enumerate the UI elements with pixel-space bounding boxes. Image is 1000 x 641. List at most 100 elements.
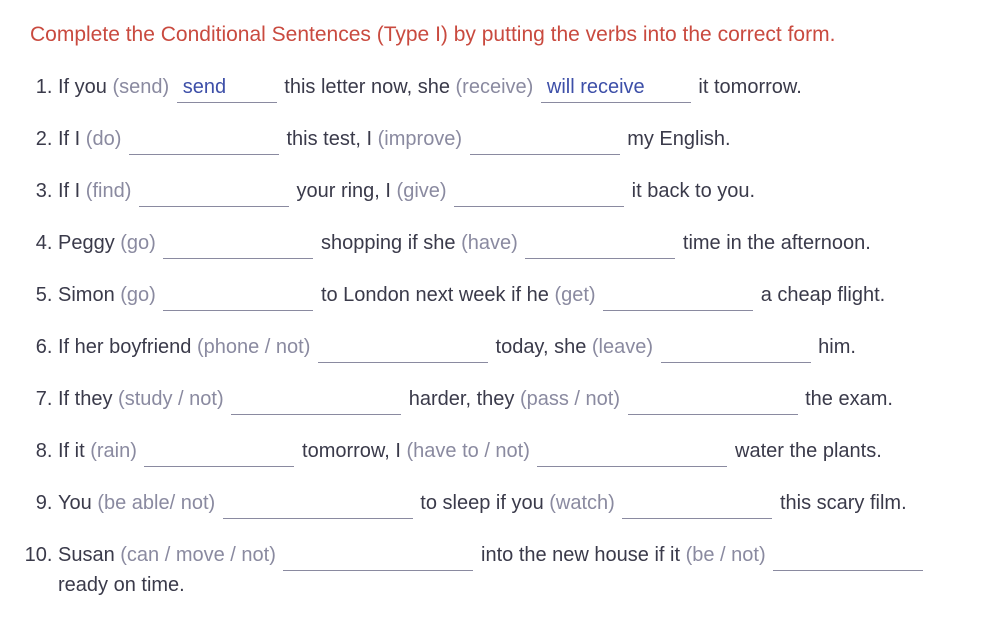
- sentence-text: If you: [58, 76, 112, 98]
- sentence-text: [530, 440, 536, 462]
- answer-blank[interactable]: [231, 385, 401, 415]
- sentence-text: [533, 76, 539, 98]
- sentence-text: [653, 336, 659, 358]
- answer-blank[interactable]: [144, 437, 294, 467]
- sentence-text: [766, 544, 772, 566]
- verb-cue: (be / not): [686, 544, 766, 566]
- verb-cue: (go): [120, 284, 156, 306]
- verb-cue: (do): [86, 128, 122, 150]
- exercise-item: If her boyfriend (phone / not) today, sh…: [58, 333, 970, 363]
- answer-blank[interactable]: [129, 125, 279, 155]
- sentence-text: shopping if she: [315, 232, 461, 254]
- sentence-text: Peggy: [58, 232, 120, 254]
- exercise-list: If you (send) send this letter now, she …: [30, 73, 970, 599]
- answer-blank[interactable]: [603, 281, 753, 311]
- sentence-text: [156, 284, 162, 306]
- sentence-text: [121, 128, 127, 150]
- verb-cue: (send): [112, 76, 169, 98]
- exercise-item: Simon (go) to London next week if he (ge…: [58, 281, 970, 311]
- sentence-text: [276, 544, 282, 566]
- sentence-text: [156, 232, 162, 254]
- sentence-text: the exam.: [800, 388, 893, 410]
- sentence-text: [620, 388, 626, 410]
- verb-cue: (be able/ not): [97, 492, 215, 514]
- verb-cue: (go): [120, 232, 156, 254]
- sentence-text: this test, I: [281, 128, 378, 150]
- sentence-text: [615, 492, 621, 514]
- exercise-instruction: Complete the Conditional Sentences (Type…: [30, 20, 970, 49]
- sentence-text: him.: [813, 336, 856, 358]
- exercise-item: If I (do) this test, I (improve) my Engl…: [58, 125, 970, 155]
- sentence-text: tomorrow, I: [296, 440, 406, 462]
- sentence-text: [462, 128, 468, 150]
- verb-cue: (have): [461, 232, 518, 254]
- verb-cue: (can / move / not): [120, 544, 276, 566]
- sentence-text: If I: [58, 128, 86, 150]
- answer-blank[interactable]: [622, 489, 772, 519]
- sentence-text: [131, 180, 137, 202]
- verb-cue: (improve): [378, 128, 462, 150]
- sentence-text: into the new house if it: [475, 544, 685, 566]
- sentence-text: You: [58, 492, 97, 514]
- sentence-text: [215, 492, 221, 514]
- exercise-item: Susan (can / move / not) into the new ho…: [58, 541, 970, 599]
- verb-cue: (give): [397, 180, 447, 202]
- exercise-item: Peggy (go) shopping if she (have) time i…: [58, 229, 970, 259]
- sentence-text: time in the afternoon.: [677, 232, 870, 254]
- answer-blank[interactable]: [223, 489, 413, 519]
- sentence-text: If her boyfriend: [58, 336, 197, 358]
- verb-cue: (pass / not): [520, 388, 620, 410]
- answer-blank[interactable]: [163, 229, 313, 259]
- exercise-item: If you (send) send this letter now, she …: [58, 73, 970, 103]
- verb-cue: (phone / not): [197, 336, 310, 358]
- answer-blank[interactable]: send: [177, 73, 277, 103]
- answer-blank[interactable]: [470, 125, 620, 155]
- sentence-text: water the plants.: [729, 440, 881, 462]
- sentence-text: Simon: [58, 284, 120, 306]
- sentence-text: [447, 180, 453, 202]
- sentence-text: my English.: [622, 128, 731, 150]
- sentence-text: [596, 284, 602, 306]
- sentence-text: today, she: [490, 336, 592, 358]
- exercise-item: If it (rain) tomorrow, I (have to / not)…: [58, 437, 970, 467]
- sentence-text: [224, 388, 230, 410]
- answer-blank[interactable]: [139, 177, 289, 207]
- sentence-text: this letter now, she: [279, 76, 456, 98]
- answer-blank[interactable]: will receive: [541, 73, 691, 103]
- sentence-text: If they: [58, 388, 118, 410]
- answer-blank[interactable]: [283, 541, 473, 571]
- sentence-text: your ring, I: [291, 180, 397, 202]
- exercise-item: If I (find) your ring, I (give) it back …: [58, 177, 970, 207]
- answer-blank[interactable]: [525, 229, 675, 259]
- verb-cue: (have to / not): [407, 440, 530, 462]
- sentence-text: If it: [58, 440, 90, 462]
- sentence-text: harder, they: [403, 388, 520, 410]
- sentence-text: to London next week if he: [315, 284, 554, 306]
- answer-blank[interactable]: [773, 541, 923, 571]
- verb-cue: (study / not): [118, 388, 224, 410]
- exercise-item: If they (study / not) harder, they (pass…: [58, 385, 970, 415]
- sentence-text: If I: [58, 180, 86, 202]
- verb-cue: (get): [554, 284, 595, 306]
- sentence-text: it back to you.: [626, 180, 755, 202]
- verb-cue: (find): [86, 180, 132, 202]
- sentence-text: a cheap flight.: [755, 284, 885, 306]
- answer-blank[interactable]: [661, 333, 811, 363]
- answer-blank[interactable]: [163, 281, 313, 311]
- answer-blank[interactable]: [537, 437, 727, 467]
- verb-cue: (rain): [90, 440, 137, 462]
- answer-blank[interactable]: [454, 177, 624, 207]
- sentence-text: this scary film.: [774, 492, 906, 514]
- sentence-text: to sleep if you: [415, 492, 550, 514]
- verb-cue: (leave): [592, 336, 653, 358]
- sentence-text: it tomorrow.: [693, 76, 802, 98]
- answer-blank[interactable]: [628, 385, 798, 415]
- answer-blank[interactable]: [318, 333, 488, 363]
- sentence-text: [169, 76, 175, 98]
- verb-cue: (watch): [549, 492, 615, 514]
- sentence-text: [310, 336, 316, 358]
- sentence-text: Susan: [58, 544, 120, 566]
- sentence-text: [137, 440, 143, 462]
- verb-cue: (receive): [456, 76, 534, 98]
- sentence-text: ready on time.: [58, 574, 185, 596]
